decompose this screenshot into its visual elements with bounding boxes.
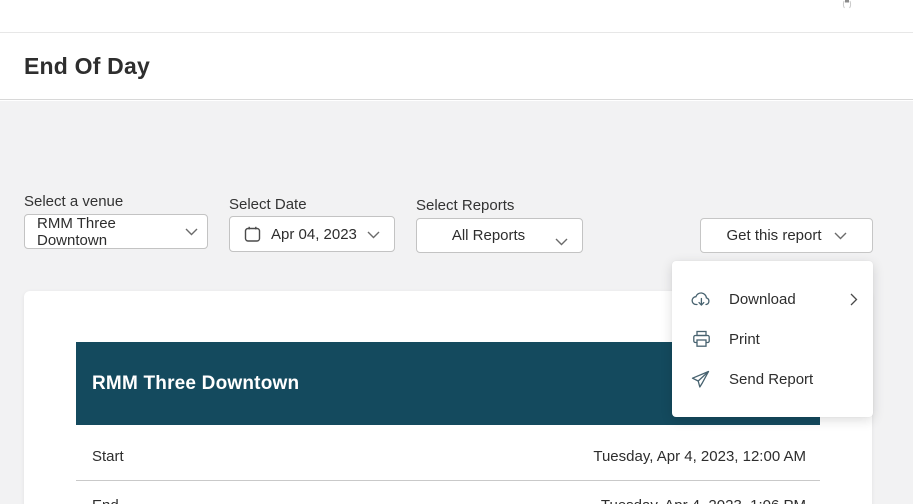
- page-header: End Of Day: [0, 34, 913, 100]
- venue-select-value: RMM Three Downtown: [37, 214, 116, 249]
- reports-label: Select Reports: [416, 197, 515, 214]
- reports-select-value: All Reports: [451, 227, 526, 244]
- menu-item-send-report[interactable]: Send Report: [672, 359, 873, 399]
- date-label: Select Date: [229, 196, 307, 213]
- reports-select[interactable]: All Reports: [416, 218, 583, 253]
- date-select[interactable]: Apr 04, 2023: [229, 216, 395, 252]
- date-select-value: Apr 04, 2023: [271, 225, 357, 243]
- chevron-down-icon: [367, 226, 380, 243]
- get-report-dropdown-menu: Download Print Send Report: [672, 261, 873, 417]
- calendar-icon: [244, 226, 261, 243]
- menu-item-label: Download: [729, 290, 796, 308]
- get-this-report-button[interactable]: Get this report: [700, 218, 873, 253]
- end-of-day-screen: End Of Day Select a venue Select Date Se…: [0, 0, 913, 504]
- row-value: Tuesday, Apr 4, 2023, 12:00 AM: [593, 448, 806, 465]
- chevron-right-icon: [850, 293, 858, 306]
- venue-label: Select a venue: [24, 193, 124, 210]
- page-title: End Of Day: [24, 53, 150, 79]
- row-value: Tuesday, Apr 4, 2023, 1:06 PM: [601, 497, 806, 504]
- menu-item-label: Print: [729, 330, 760, 348]
- report-summary-table: Start Tuesday, Apr 4, 2023, 12:00 AM End…: [76, 433, 820, 504]
- menu-item-download[interactable]: Download: [672, 279, 873, 319]
- chevron-down-icon: [555, 233, 568, 250]
- chevron-down-icon: [185, 223, 198, 240]
- row-label: End: [92, 497, 119, 504]
- top-bar: [0, 0, 913, 33]
- report-venue-title: RMM Three Downtown: [92, 372, 300, 394]
- content-area: Select a venue Select Date Select Report…: [0, 101, 913, 504]
- venue-select[interactable]: RMM Three Downtown: [24, 214, 208, 249]
- menu-item-print[interactable]: Print: [672, 319, 873, 359]
- get-this-report-label: Get this report: [726, 227, 822, 244]
- menu-item-label: Send Report: [729, 370, 814, 388]
- send-icon: [690, 370, 712, 389]
- cloud-download-icon: [690, 291, 712, 308]
- chevron-down-icon: [834, 232, 847, 240]
- printer-icon: [690, 330, 712, 348]
- partial-header-icon: [842, 0, 852, 9]
- table-row-start: Start Tuesday, Apr 4, 2023, 12:00 AM: [76, 433, 820, 481]
- row-label: Start: [92, 448, 124, 465]
- table-row-end: End Tuesday, Apr 4, 2023, 1:06 PM: [76, 481, 820, 504]
